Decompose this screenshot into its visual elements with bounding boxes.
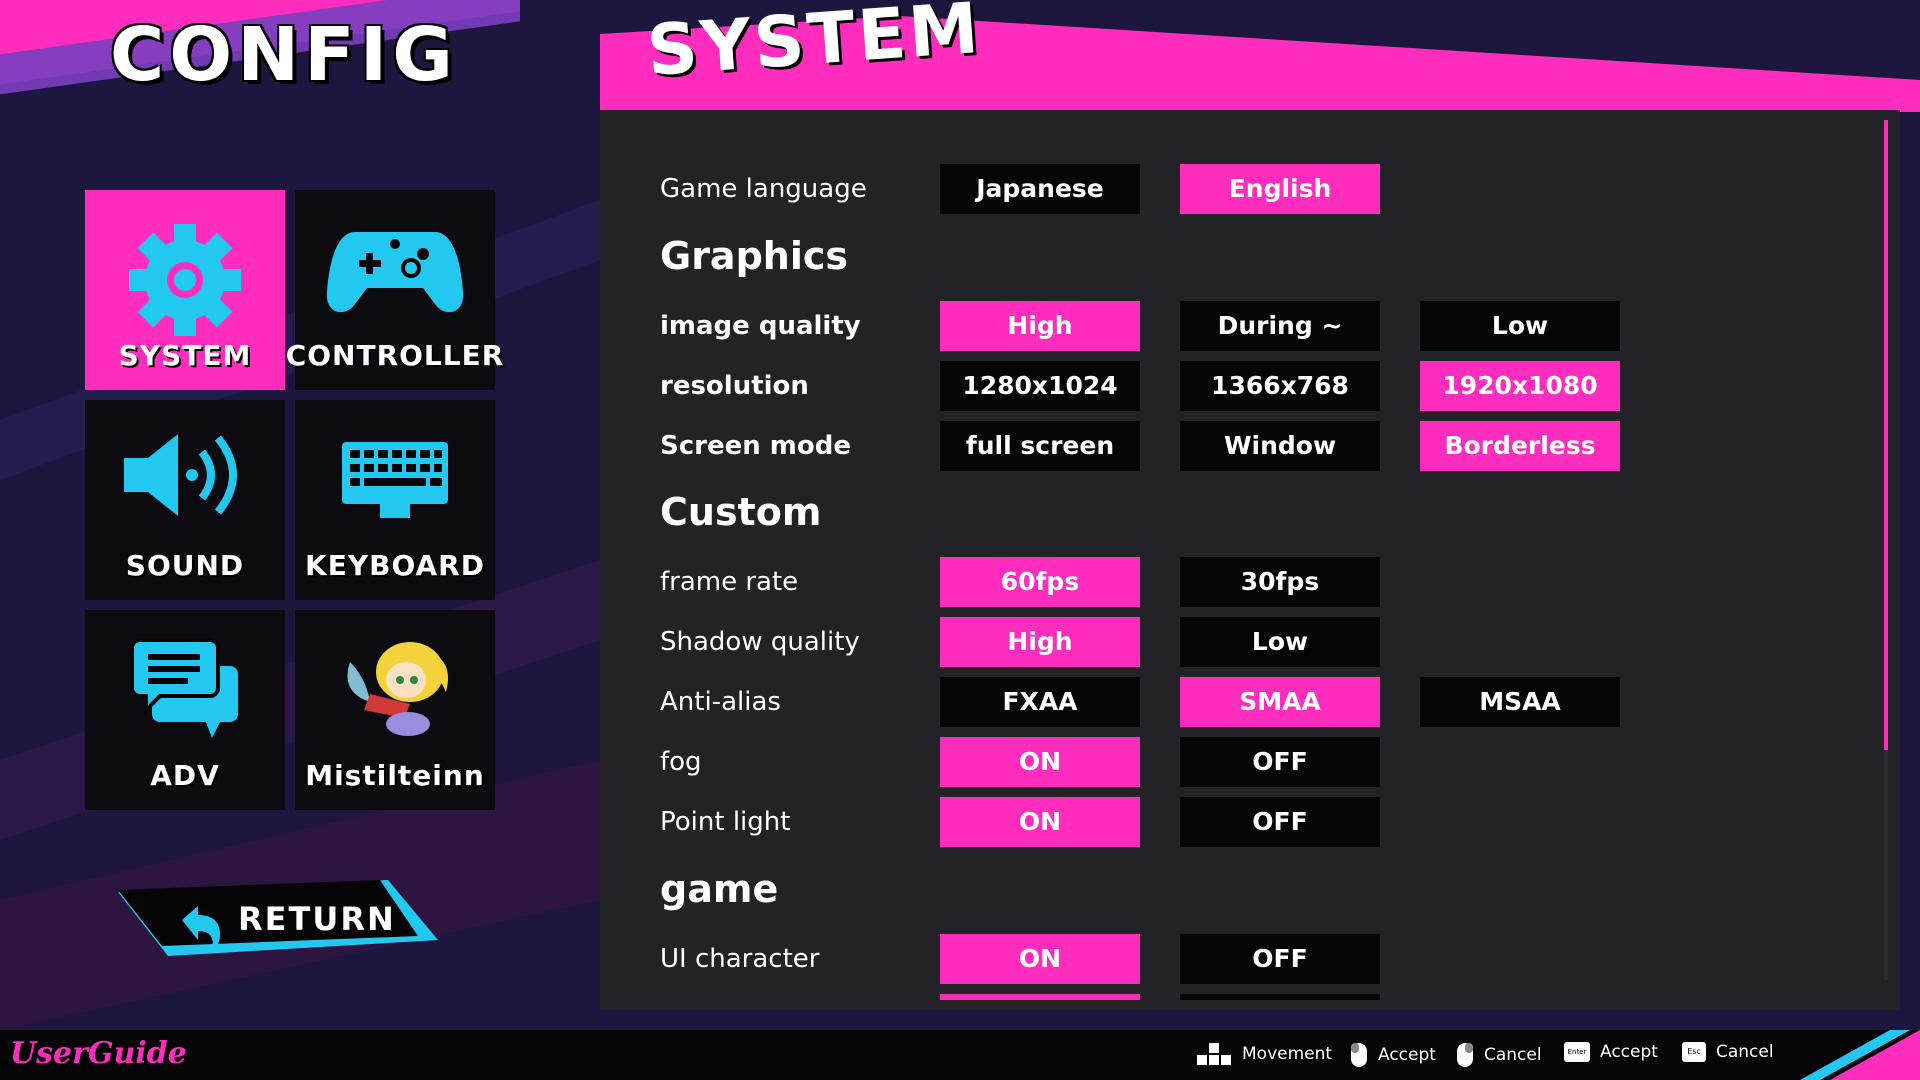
- anti-alias-option-msaa[interactable]: MSAA: [1420, 677, 1620, 727]
- ui-character-option-on[interactable]: ON: [940, 934, 1140, 984]
- resolution-option-1920x1080[interactable]: 1920x1080: [1420, 361, 1620, 411]
- return-arrow-icon: [182, 906, 220, 949]
- gamepad-icon: [295, 220, 495, 320]
- image-quality-option-low[interactable]: Low: [1420, 301, 1620, 351]
- ui-character-label: UI character: [660, 944, 820, 974]
- screen-mode-option-full-screen[interactable]: full screen: [940, 421, 1140, 471]
- esc-key-icon: Esc: [1682, 1042, 1706, 1062]
- fog-label: fog: [660, 747, 702, 777]
- tile-controller[interactable]: CONTROLLER: [286, 190, 503, 390]
- next-row-option-partial[interactable]: [1180, 994, 1380, 1000]
- config-title: CONFIG: [110, 12, 458, 98]
- frame-rate-label: frame rate: [660, 567, 799, 597]
- gear-icon: [85, 220, 285, 340]
- tile-system[interactable]: SYSTEM: [85, 190, 285, 390]
- tile-label: SOUND: [125, 549, 245, 582]
- image-quality-option-during[interactable]: During ~: [1180, 301, 1380, 351]
- tile-label: CONTROLLER: [285, 339, 505, 372]
- mouse-left-icon: [1351, 1043, 1367, 1067]
- hint-movement: Movement: [1196, 1042, 1332, 1066]
- resolution-option-1280x1024[interactable]: 1280x1024: [940, 361, 1140, 411]
- hint-cancel-mouse: Cancel: [1456, 1042, 1542, 1068]
- resolution-label: resolution: [660, 371, 809, 401]
- point-light-option-on[interactable]: ON: [940, 797, 1140, 847]
- screen-mode-option-window[interactable]: Window: [1180, 421, 1380, 471]
- tile-label: Mistilteinn: [305, 759, 485, 792]
- hint-cancel-esc: Esc Cancel: [1682, 1042, 1774, 1062]
- hint-label: Accept: [1600, 1042, 1658, 1062]
- user-guide-logo: UserGuide: [10, 1036, 187, 1071]
- bottom-guide-bar: UserGuide Movement Accept Cancel Enter A…: [0, 1030, 1920, 1080]
- ui-character-option-off[interactable]: OFF: [1180, 934, 1380, 984]
- hint-label: Accept: [1378, 1045, 1436, 1065]
- point-light-option-off[interactable]: OFF: [1180, 797, 1380, 847]
- frame-rate-option-30fps[interactable]: 30fps: [1180, 557, 1380, 607]
- fog-option-on[interactable]: ON: [940, 737, 1140, 787]
- game-language-option-english[interactable]: English: [1180, 164, 1380, 214]
- tile-keyboard[interactable]: KEYBOARD: [295, 400, 495, 600]
- anti-alias-label: Anti-alias: [660, 687, 781, 717]
- hint-label: Cancel: [1716, 1042, 1774, 1062]
- return-label: RETURN: [238, 900, 396, 938]
- hint-label: Cancel: [1484, 1045, 1542, 1065]
- tile-adv[interactable]: ADV: [85, 610, 285, 810]
- mouse-right-icon: [1457, 1043, 1473, 1067]
- fog-option-off[interactable]: OFF: [1180, 737, 1380, 787]
- anti-alias-option-fxaa[interactable]: FXAA: [940, 677, 1140, 727]
- shadow-quality-option-low[interactable]: Low: [1180, 617, 1380, 667]
- settings-scrollbar[interactable]: [1884, 120, 1888, 980]
- scrollbar-thumb[interactable]: [1884, 120, 1888, 750]
- hint-accept-mouse: Accept: [1350, 1042, 1436, 1068]
- frame-rate-option-60fps[interactable]: 60fps: [940, 557, 1140, 607]
- section-custom-heading: Custom: [660, 490, 822, 534]
- image-quality-label: image quality: [660, 311, 861, 341]
- fairy-character-icon: [295, 640, 495, 742]
- game-language-option-japanese[interactable]: Japanese: [940, 164, 1140, 214]
- shadow-quality-option-high[interactable]: High: [940, 617, 1140, 667]
- tile-label: ADV: [150, 759, 220, 792]
- resolution-option-1366x768[interactable]: 1366x768: [1180, 361, 1380, 411]
- return-button[interactable]: RETURN: [118, 880, 438, 960]
- screen-mode-label: Screen mode: [660, 431, 851, 461]
- section-graphics-heading: Graphics: [660, 234, 848, 278]
- anti-alias-option-smaa[interactable]: SMAA: [1180, 677, 1380, 727]
- section-game-heading: game: [660, 867, 779, 911]
- enter-key-icon: Enter: [1564, 1042, 1590, 1062]
- hint-label: Movement: [1242, 1044, 1333, 1064]
- tile-label: KEYBOARD: [305, 549, 485, 582]
- screen-mode-option-borderless[interactable]: Borderless: [1420, 421, 1620, 471]
- corner-stripe-decoration: [1800, 1030, 1920, 1080]
- tile-sound[interactable]: SOUND: [85, 400, 285, 600]
- next-row-option-partial[interactable]: [940, 994, 1140, 1000]
- hint-accept-enter: Enter Accept: [1564, 1042, 1658, 1062]
- dpad-icon: [1197, 1043, 1231, 1065]
- keyboard-icon: [295, 430, 495, 520]
- tile-mistilteinn[interactable]: Mistilteinn: [295, 610, 495, 810]
- speaker-icon: [85, 430, 285, 520]
- shadow-quality-label: Shadow quality: [660, 627, 860, 657]
- chat-bubbles-icon: [85, 638, 285, 746]
- game-language-label: Game language: [660, 174, 867, 204]
- image-quality-option-high[interactable]: High: [940, 301, 1140, 351]
- tile-label: SYSTEM: [118, 339, 252, 372]
- point-light-label: Point light: [660, 807, 791, 837]
